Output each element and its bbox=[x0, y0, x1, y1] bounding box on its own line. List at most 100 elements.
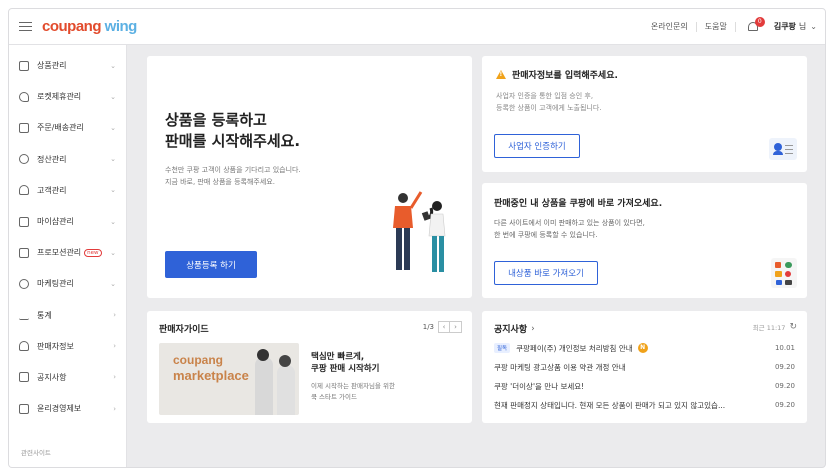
promotion-icon bbox=[19, 247, 29, 258]
sidebar-item-ethics[interactable]: 윤리경영제보 › bbox=[9, 393, 126, 424]
chevron-right-icon: › bbox=[113, 311, 116, 320]
notice-title: 공지사항 bbox=[494, 325, 528, 335]
truck-icon bbox=[19, 122, 29, 133]
seller-info-description: 사업자 인증을 통한 입점 승인 후, 등록한 상품이 고객에게 노출됩니다. bbox=[496, 90, 602, 114]
sidebar-item-label: 통계 bbox=[37, 310, 52, 320]
seller-info-title-text: 판매자정보를 입력해주세요. bbox=[512, 71, 618, 81]
guide-image-text1: coupang bbox=[173, 353, 223, 367]
chevron-left-icon[interactable]: ‹ bbox=[438, 321, 450, 333]
import-desc-line2: 한 번에 쿠팡에 등록할 수 있습니다. bbox=[494, 231, 598, 239]
guide-image-text2: marketplace bbox=[173, 368, 249, 383]
chevron-down-icon: ⌄ bbox=[110, 217, 116, 226]
guide-desc-line1: 이제 시작하는 판매자님을 위한 bbox=[311, 382, 395, 390]
notice-text: 쿠팡페이(주) 개인정보 처리방침 안내 bbox=[516, 343, 633, 353]
top-navbar: coupang wing 온라인문의 도움말 0 김쿠팡 님 ⌄ bbox=[9, 9, 825, 45]
related-sites-label: 관련사이트 bbox=[21, 449, 51, 457]
logo-text: coupang bbox=[42, 18, 102, 35]
chevron-right-icon: › bbox=[531, 323, 535, 334]
notice-row[interactable]: 쿠팡 마케팅 광고상품 이용 약관 개정 안내 09.20 bbox=[494, 358, 795, 376]
sidebar-item-product[interactable]: 상품관리 ⌄ bbox=[9, 50, 126, 81]
seller-info-desc-line1: 사업자 인증을 통한 입점 승인 후, bbox=[496, 92, 594, 100]
coin-icon bbox=[19, 154, 29, 165]
sidebar-item-label: 로켓제휴관리 bbox=[37, 92, 82, 102]
notice-date: 09.20 bbox=[774, 401, 795, 409]
megaphone-icon bbox=[19, 372, 29, 383]
sidebar-item-label: 윤리경영제보 bbox=[37, 404, 82, 414]
products-illustration-icon bbox=[771, 258, 797, 288]
hero-desc-line1: 수천만 쿠팡 고객이 상품을 기다리고 있습니다. bbox=[165, 166, 301, 174]
notice-row[interactable]: 필독 쿠팡페이(주) 개인정보 처리방침 안내 N 10.01 bbox=[494, 339, 795, 357]
sidebar-item-label: 마케팅관리 bbox=[37, 279, 74, 289]
notice-title-link[interactable]: 공지사항 › bbox=[494, 322, 535, 336]
sidebar-item-rocket[interactable]: 로켓제휴관리 ⌄ bbox=[9, 81, 126, 112]
import-products-button[interactable]: 내상품 바로 가져오기 bbox=[494, 261, 598, 285]
sidebar-item-marketing[interactable]: 마케팅관리 ⌄ bbox=[9, 268, 126, 299]
guide-person-head-2 bbox=[279, 355, 291, 367]
new-badge: N bbox=[637, 343, 648, 353]
rocket-icon bbox=[19, 91, 29, 102]
sidebar-item-seller-info[interactable]: 판매자정보 › bbox=[9, 331, 126, 362]
business-verify-button[interactable]: 사업자 인증하기 bbox=[494, 134, 580, 158]
chevron-down-icon: ⌄ bbox=[110, 92, 116, 101]
hero-title: 상품을 등록하고 판매를 시작해주세요. bbox=[165, 110, 300, 152]
sidebar-item-label: 상품관리 bbox=[37, 61, 67, 71]
chevron-down-icon: ⌄ bbox=[810, 22, 817, 31]
guide-thumbnail[interactable]: coupang marketplace bbox=[159, 343, 299, 415]
menu-icon[interactable] bbox=[19, 21, 35, 33]
sidebar-item-promotion[interactable]: 프로모션관리 new ⌄ bbox=[9, 237, 126, 268]
user-name: 김쿠팡 bbox=[773, 22, 796, 31]
sidebar-item-stats[interactable]: 통계 › bbox=[9, 300, 126, 331]
chevron-right-icon: › bbox=[113, 373, 116, 382]
notification-bell-icon[interactable]: 0 bbox=[746, 16, 765, 35]
sidebar-item-settlement[interactable]: 정산관리 ⌄ bbox=[9, 144, 126, 175]
must-read-tag: 필독 bbox=[494, 343, 511, 353]
hero-description: 수천만 쿠팡 고객이 상품을 기다리고 있습니다. 지금 바로, 판매 상품을 … bbox=[165, 164, 301, 188]
notification-badge: 0 bbox=[754, 16, 765, 27]
notice-row[interactable]: 쿠팡 '더이상'을 만나 보세요! 09.20 bbox=[494, 377, 795, 395]
help-link[interactable]: 도움말 bbox=[705, 21, 727, 32]
sidebar-item-label: 주문/배송관리 bbox=[37, 123, 84, 133]
import-desc-line1: 다른 사이트에서 이미 판매하고 있는 상품이 있다면, bbox=[494, 219, 645, 227]
person-icon bbox=[19, 341, 29, 352]
coupang-wing-logo[interactable]: coupang wing bbox=[42, 18, 137, 35]
sidebar-item-notice[interactable]: 공지사항 › bbox=[9, 362, 126, 393]
id-card-icon bbox=[769, 138, 797, 160]
guide-headline-line2: 쿠팡 판매 시작하기 bbox=[311, 364, 380, 374]
sidebar-item-label: 공지사항 bbox=[37, 372, 67, 382]
notice-date: 09.20 bbox=[774, 363, 795, 371]
seller-info-desc-line2: 등록한 상품이 고객에게 노출됩니다. bbox=[496, 104, 602, 112]
people-illustration bbox=[393, 191, 446, 272]
notice-date: 09.20 bbox=[774, 382, 795, 390]
chevron-down-icon: ⌄ bbox=[110, 61, 116, 70]
chevron-right-icon[interactable]: › bbox=[450, 321, 462, 333]
notice-updated-time: 최근 11:17 bbox=[752, 324, 786, 332]
sidebar-item-order[interactable]: 주문/배송관리 ⌄ bbox=[9, 112, 126, 143]
chevron-down-icon: ⌄ bbox=[110, 123, 116, 132]
hero-title-line1: 상품을 등록하고 bbox=[165, 111, 267, 129]
hero-title-line2: 판매를 시작해주세요. bbox=[165, 132, 301, 150]
guide-desc-line2: 쿡 스타트 가이드 bbox=[311, 393, 357, 401]
guide-page-indicator: 1/3 bbox=[422, 323, 434, 331]
notice-text: 쿠팡 마케팅 광고상품 이용 약관 개정 안내 bbox=[494, 362, 626, 372]
chevron-down-icon: ⌄ bbox=[110, 248, 116, 257]
guide-description: 이제 시작하는 판매자님을 위한 쿡 스타트 가이드 bbox=[311, 381, 395, 403]
sidebar-item-customer[interactable]: 고객관리 ⌄ bbox=[9, 175, 126, 206]
chevron-down-icon: ⌄ bbox=[110, 186, 116, 195]
user-menu[interactable]: 김쿠팡 님 ⌄ bbox=[774, 21, 817, 32]
seller-info-card: 판매자정보를 입력해주세요. 사업자 인증을 통한 입점 승인 후, 등록한 상… bbox=[482, 56, 807, 172]
sidebar-item-label: 판매자정보 bbox=[37, 341, 74, 351]
register-product-button[interactable]: 상품등록 하기 bbox=[165, 251, 257, 278]
notice-card: 공지사항 › 최근 11:17 ↻ 필독 쿠팡페이(주) 개인정보 처리방침 안… bbox=[482, 311, 807, 423]
notice-row[interactable]: 현재 판매정지 상태입니다. 현재 모든 상품이 판매가 되고 있지 않고있습.… bbox=[494, 396, 795, 414]
sidebar-item-label: 정산관리 bbox=[37, 154, 67, 164]
refresh-icon[interactable]: ↻ bbox=[789, 322, 797, 332]
import-title: 판매중인 내 상품을 쿠팡에 바로 가져오세요. bbox=[494, 199, 663, 209]
sidebar-item-myshop[interactable]: 마이샵관리 ⌄ bbox=[9, 206, 126, 237]
notice-date: 10.01 bbox=[774, 344, 795, 352]
sidebar-item-label: 프로모션관리 bbox=[37, 248, 82, 258]
online-inquiry-link[interactable]: 온라인문의 bbox=[651, 21, 688, 32]
hero-desc-line2: 지금 바로, 판매 상품을 등록해주세요. bbox=[165, 178, 275, 186]
sidebar-item-label: 고객관리 bbox=[37, 185, 67, 195]
guide-person-figure-2 bbox=[277, 365, 295, 415]
warning-icon bbox=[496, 70, 506, 79]
